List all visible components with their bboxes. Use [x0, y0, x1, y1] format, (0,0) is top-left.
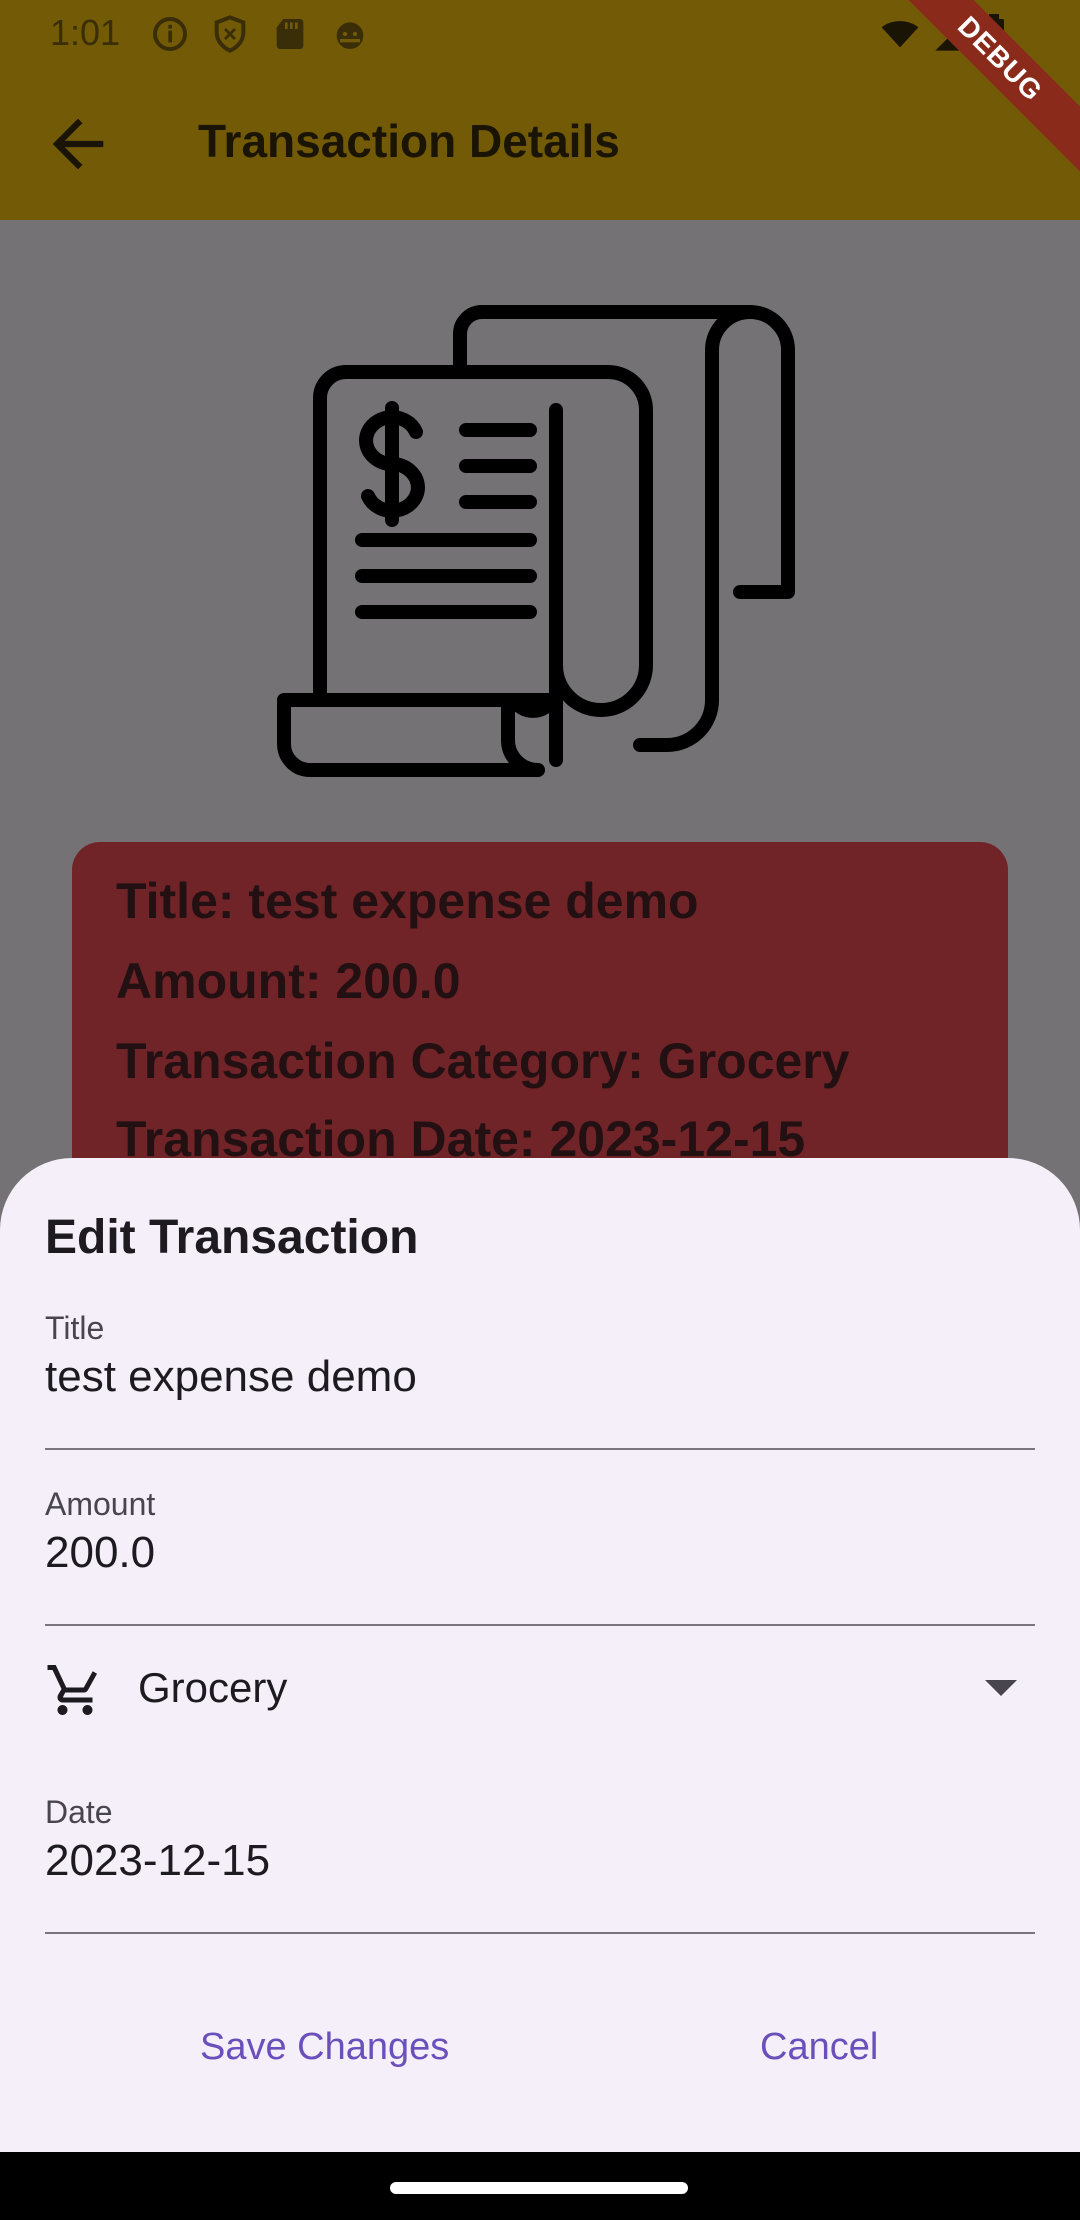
system-nav-bar	[0, 2152, 1080, 2220]
detail-category: Transaction Category: Grocery	[116, 1033, 850, 1089]
info-icon	[150, 14, 190, 54]
shopping-cart-icon	[47, 1665, 97, 1715]
shield-icon	[210, 14, 250, 54]
sheet-title: Edit Transaction	[45, 1211, 419, 1264]
title-field-label: Title	[45, 1310, 105, 1346]
category-dropdown[interactable]: Grocery	[45, 1654, 1035, 1734]
category-dropdown-value: Grocery	[138, 1664, 288, 1711]
receipt-illustration	[277, 305, 795, 777]
date-field-value[interactable]: 2023-12-15	[45, 1836, 270, 1886]
date-field-underline	[45, 1932, 1035, 1934]
wifi-icon	[878, 14, 922, 59]
title-field-value[interactable]: test expense demo	[45, 1352, 417, 1402]
arrow-back-icon	[52, 118, 104, 170]
date-field[interactable]: Date 2023-12-15	[45, 1794, 1035, 1934]
cancel-button[interactable]: Cancel	[740, 2014, 898, 2081]
amount-field[interactable]: Amount 200.0	[45, 1486, 1035, 1626]
save-changes-button[interactable]: Save Changes	[180, 2014, 469, 2081]
date-field-label: Date	[45, 1794, 113, 1830]
status-time: 1:01	[50, 12, 121, 53]
dropdown-arrow-icon	[985, 1680, 1017, 1696]
app-bar: Transaction Details	[0, 66, 1080, 220]
back-button[interactable]	[40, 106, 116, 182]
amount-field-underline	[45, 1624, 1035, 1626]
sd-card-icon	[270, 14, 310, 54]
android-face-icon	[330, 14, 370, 54]
status-icons-left	[150, 14, 370, 54]
title-field-underline	[45, 1448, 1035, 1450]
amount-field-label: Amount	[45, 1486, 156, 1522]
detail-title: Title: test expense demo	[116, 873, 699, 929]
home-handle[interactable]	[390, 2182, 688, 2194]
page-title: Transaction Details	[198, 115, 620, 167]
detail-amount: Amount: 200.0	[116, 953, 461, 1009]
amount-field-value[interactable]: 200.0	[45, 1528, 155, 1578]
edit-transaction-sheet: Edit Transaction Title test expense demo…	[0, 1158, 1080, 2152]
title-field[interactable]: Title test expense demo	[45, 1310, 1035, 1450]
